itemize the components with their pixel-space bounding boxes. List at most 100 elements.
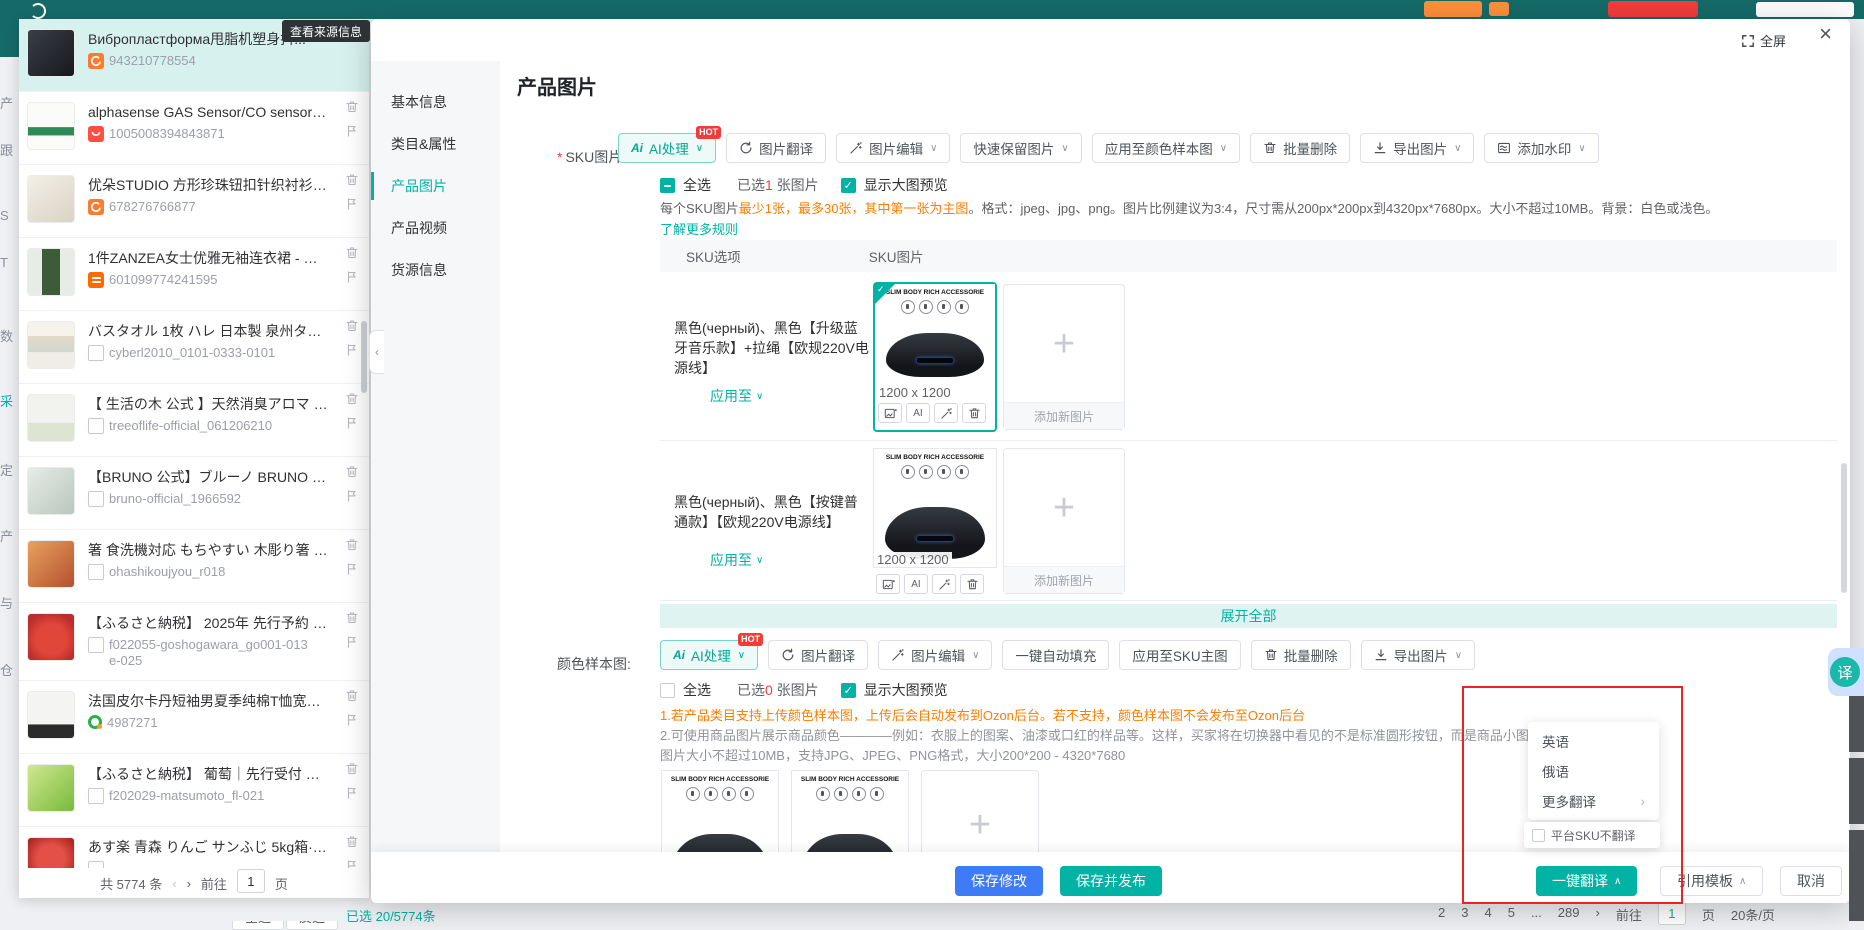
apply-to-link[interactable]: 应用至∨ (710, 550, 763, 570)
checkbox[interactable] (1532, 829, 1545, 842)
list-item[interactable]: 【ふるさと納税】 葡萄｜先行受付 選べ... f202029-matsumoto… (19, 754, 369, 827)
item-checkbox[interactable] (88, 564, 104, 580)
flag-icon[interactable] (345, 343, 359, 357)
trash-icon[interactable] (962, 403, 986, 423)
trash-icon[interactable] (345, 538, 359, 552)
page-input[interactable]: 1 (237, 869, 265, 893)
ai-process-button[interactable]: Ai AI处理∨ HOT (618, 133, 716, 163)
flag-icon[interactable] (345, 197, 359, 211)
list-item[interactable]: バスタオル 1枚 ハレ 日本製 泉州タオル... cyberl2010_0101… (19, 311, 369, 384)
sku-image-tile-selected[interactable]: ✓ SLIM BODY RICH ACCESSORIE 1200 x 1200 … (873, 282, 997, 432)
list-item[interactable]: 1件ZANZEA女士优雅无袖连衣裙 - 纯色... 60109977424159… (19, 238, 369, 311)
expand-all-link[interactable]: 展开全部 (1221, 606, 1277, 626)
item-checkbox[interactable] (88, 788, 104, 804)
flag-icon[interactable] (345, 713, 359, 727)
magic-wand-icon[interactable] (932, 574, 956, 594)
list-item[interactable]: 优朵STUDIO 方形珍珠钮扣针织衬衫扣... 678276766877 (19, 165, 369, 238)
trash-icon[interactable] (345, 762, 359, 776)
page-number[interactable]: 2 (1438, 905, 1445, 920)
trash-icon[interactable] (345, 689, 359, 703)
apply-to-color-sample-button[interactable]: 应用至颜色样本图∨ (1092, 133, 1240, 163)
more-rules-link[interactable]: 了解更多规则 (660, 219, 738, 238)
replace-image-icon[interactable] (878, 403, 902, 423)
page-number[interactable]: 3 (1461, 905, 1468, 920)
flag-icon[interactable] (345, 635, 359, 649)
topbar-button-orange[interactable] (1424, 1, 1482, 17)
preview-checkbox[interactable] (841, 178, 856, 193)
flag-icon[interactable] (345, 270, 359, 284)
list-item[interactable]: alphasense GAS Sensor/CO sensor C... 100… (19, 92, 369, 165)
list-item[interactable]: 【 生活の木 公式 】天然消臭アロマ リ... treeoflife-offic… (19, 384, 369, 457)
sku-no-translate-option[interactable]: 平台SKU不翻译 (1524, 822, 1660, 848)
tab-category-attrs[interactable]: 类目&属性 (371, 123, 500, 165)
list-item[interactable]: 箸 食洗機対応 もちやすい 木彫り箸 5膳... ohashikoujyou_r… (19, 530, 369, 603)
list-scrollbar[interactable] (361, 321, 367, 393)
flag-icon[interactable] (345, 786, 359, 800)
flag-icon[interactable] (345, 562, 359, 576)
list-item[interactable]: 【BRUNO 公式】ブルーノ BRUNO カ... bruno-official… (19, 457, 369, 530)
item-checkbox[interactable] (88, 418, 104, 434)
auto-fill-button[interactable]: 一键自动填充 (1002, 640, 1109, 670)
fullscreen-button[interactable]: 全屏 (1741, 31, 1786, 50)
tab-basic-info[interactable]: 基本信息 (371, 81, 500, 123)
prev-page-icon[interactable]: ‹ (172, 876, 176, 891)
float-translate-button[interactable]: 译 (1828, 648, 1864, 696)
trash-icon[interactable] (345, 611, 359, 625)
tab-product-images[interactable]: 产品图片 (371, 165, 500, 207)
cancel-button[interactable]: 取消 (1780, 866, 1842, 896)
trash-icon[interactable] (345, 100, 359, 114)
one-click-translate-button[interactable]: 一键翻译∧ (1536, 866, 1637, 896)
select-all-checkbox[interactable] (660, 178, 675, 193)
page-number[interactable]: 4 (1484, 905, 1491, 920)
image-edit-button[interactable]: 图片编辑∨ (878, 640, 992, 670)
batch-delete-button[interactable]: 批量删除 (1250, 133, 1350, 163)
item-checkbox[interactable] (88, 637, 104, 653)
trash-icon[interactable] (345, 465, 359, 479)
replace-image-icon[interactable] (876, 574, 900, 594)
next-page-icon[interactable]: › (187, 876, 191, 891)
trash-icon[interactable] (960, 574, 984, 594)
menu-item-more-translate[interactable]: 更多翻译 › (1528, 786, 1659, 816)
menu-item-russian[interactable]: 俄语 (1528, 756, 1659, 786)
apply-to-sku-main-button[interactable]: 应用至SKU主图 (1119, 640, 1240, 670)
topbar-button-white[interactable] (1756, 2, 1854, 17)
trash-icon[interactable] (345, 835, 359, 849)
flag-icon[interactable] (345, 489, 359, 503)
select-all-checkbox[interactable] (660, 683, 675, 698)
export-images-button[interactable]: 导出图片∨ (1360, 133, 1474, 163)
panel-collapse-handle[interactable]: ‹ (369, 330, 384, 374)
trash-icon[interactable] (345, 319, 359, 333)
magic-wand-icon[interactable] (934, 403, 958, 423)
close-icon[interactable]: × (1819, 21, 1832, 47)
quick-keep-images-button[interactable]: 快速保留图片∨ (960, 133, 1081, 163)
page-number[interactable]: 5 (1508, 905, 1515, 920)
tab-supply-info[interactable]: 货源信息 (371, 249, 500, 291)
list-item[interactable]: 【ふるさと納税】 2025年 先行予約 サ... f022055-goshoga… (19, 603, 369, 681)
add-image-tile[interactable]: + 添加新图片 (1003, 284, 1125, 430)
image-edit-button[interactable]: 图片编辑∨ (836, 133, 950, 163)
image-translate-button[interactable]: 图片翻译 (768, 640, 868, 670)
item-checkbox[interactable] (88, 491, 104, 507)
next-page-icon[interactable]: › (1595, 905, 1599, 920)
batch-delete-button[interactable]: 批量删除 (1251, 640, 1351, 670)
list-item[interactable]: 法国皮尔卡丹短袖男夏季纯棉T恤宽松大... 4987271 (19, 681, 369, 754)
scrollbar-thumb[interactable] (1849, 758, 1864, 824)
add-image-tile[interactable]: + 添加新图片 (1003, 448, 1125, 594)
save-publish-button[interactable]: 保存并发布 (1060, 866, 1162, 896)
add-watermark-button[interactable]: 添加水印∨ (1484, 133, 1598, 163)
topbar-button-red[interactable] (1608, 1, 1698, 17)
apply-to-link[interactable]: 应用至∨ (710, 386, 763, 406)
preview-checkbox[interactable] (841, 683, 856, 698)
page-number[interactable]: 289 (1558, 905, 1580, 920)
menu-item-english[interactable]: 英语 (1528, 726, 1659, 756)
ai-process-button[interactable]: Ai AI处理∨ HOT (660, 640, 758, 670)
image-translate-button[interactable]: 图片翻译 (726, 133, 826, 163)
item-checkbox[interactable] (88, 345, 104, 361)
modal-scrollbar[interactable] (1841, 463, 1847, 593)
ai-edit-icon[interactable]: AI (904, 574, 928, 594)
sku-image-tile[interactable]: SLIM BODY RICH ACCESSORIE 1200 x 1200 (873, 448, 997, 568)
ai-edit-icon[interactable]: AI (906, 403, 930, 423)
flag-icon[interactable] (345, 124, 359, 138)
tab-product-video[interactable]: 产品视频 (371, 207, 500, 249)
trash-icon[interactable] (345, 392, 359, 406)
